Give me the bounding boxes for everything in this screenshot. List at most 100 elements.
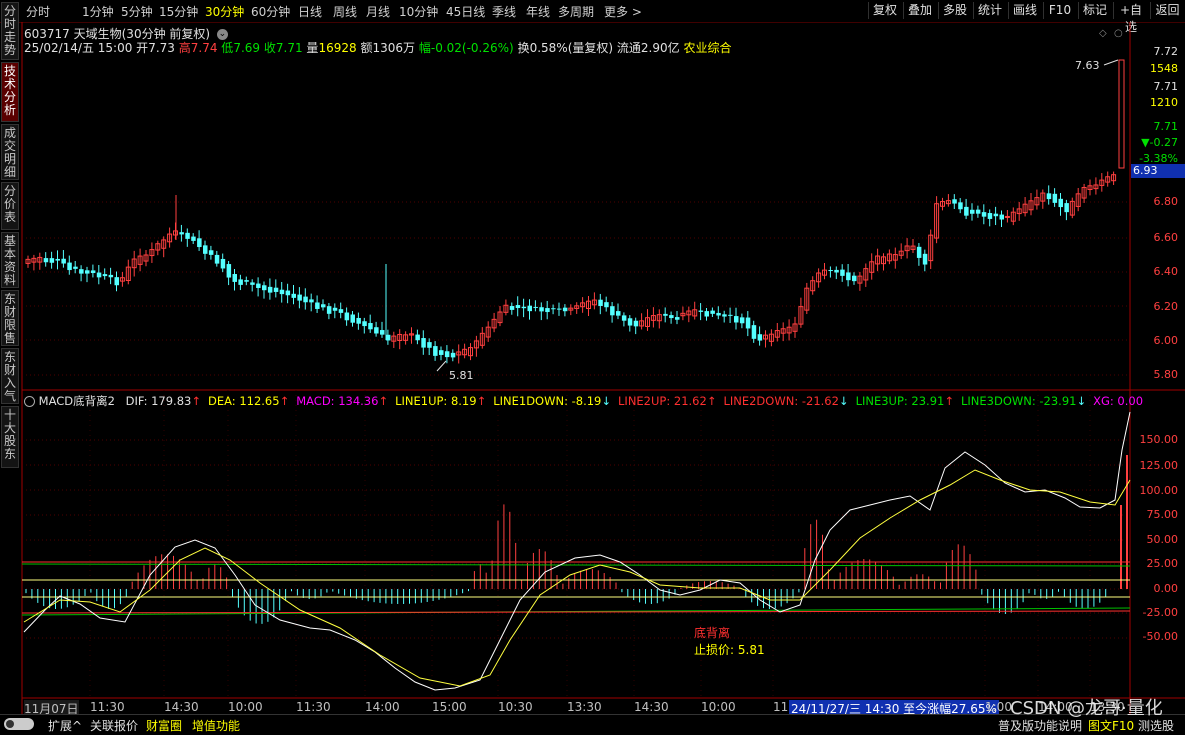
- volume-second: 1210: [1150, 96, 1178, 109]
- candle-body: [598, 299, 603, 306]
- candle-body: [61, 258, 66, 264]
- indicator-value-9: XG: 0.00: [1093, 394, 1144, 408]
- candle-body: [102, 274, 108, 277]
- candle-body: [739, 317, 745, 324]
- candle-body: [450, 352, 456, 358]
- candle-body: [256, 283, 261, 288]
- candle-body: [439, 350, 444, 355]
- candle-body: [828, 270, 833, 272]
- candle-body: [604, 302, 609, 308]
- macd-axis-label: 125.00: [1139, 459, 1179, 472]
- candle-body: [421, 338, 426, 348]
- time-axis-label: 10:00: [228, 700, 263, 714]
- price-axis-label: 6.60: [1153, 231, 1179, 244]
- candle-body: [515, 305, 521, 309]
- candle-body: [108, 274, 114, 278]
- related-quotes-tab[interactable]: 关联报价: [90, 717, 138, 734]
- candle-body: [633, 320, 639, 327]
- candle-body: [551, 308, 556, 310]
- candle-body: [197, 238, 202, 248]
- macd-axis-label: 75.00: [1146, 508, 1179, 521]
- candle-body: [539, 307, 544, 312]
- candle-body: [427, 342, 432, 348]
- settings-dot-icon[interactable]: ○: [1114, 28, 1123, 39]
- diamond-icon[interactable]: ◇: [1099, 28, 1107, 39]
- macd-header: MACD底背离2 DIF: 179.83↑ DEA: 112.65↑ MACD: 1…: [24, 393, 1143, 409]
- price-axis-label: 6.00: [1153, 334, 1179, 347]
- candle-body: [444, 351, 450, 358]
- stop-loss-label: 止损价:: [694, 643, 735, 657]
- indicator-value-3: LINE1UP: 8.19: [395, 394, 477, 408]
- candle-body: [368, 323, 373, 330]
- candle-body: [751, 325, 757, 339]
- candle-body: [415, 334, 420, 341]
- candle-body: [226, 264, 232, 278]
- arrow-icon: ↑: [476, 394, 487, 408]
- candle-body: [952, 199, 957, 204]
- indicator-value-6: LINE2DOWN: -21.62: [723, 394, 839, 408]
- arrow-icon: ↓: [601, 394, 612, 408]
- value-added-tab[interactable]: 增值功能: [192, 717, 240, 734]
- candle-body: [509, 306, 515, 310]
- price-second: 7.71: [1153, 80, 1179, 93]
- candle-body: [958, 202, 963, 210]
- candle-body: [220, 258, 226, 269]
- time-axis-label: 10:30: [498, 700, 533, 714]
- candle-body: [1046, 193, 1052, 200]
- wealth-circle-tab[interactable]: 财富圈: [146, 717, 182, 734]
- candle-body: [981, 212, 987, 217]
- toggle-switch[interactable]: [4, 718, 34, 730]
- current-price-tag: 6.93: [1131, 164, 1185, 178]
- kline-chart[interactable]: [0, 0, 1185, 734]
- candle-body: [96, 272, 102, 278]
- price-third: 7.71: [1153, 120, 1179, 133]
- candle-body: [362, 321, 367, 327]
- arrow-icon: ↓: [838, 394, 849, 408]
- candle-body: [338, 309, 344, 313]
- stop-loss-row: 止损价: 5.81: [694, 641, 765, 658]
- watermark: CSDN @龙哥·量化: [1010, 698, 1163, 719]
- candle-body: [238, 279, 243, 285]
- candle-body: [203, 245, 208, 254]
- candle-body: [374, 327, 379, 334]
- candle-body: [1004, 215, 1010, 218]
- indicator-name[interactable]: MACD底背离2: [39, 394, 115, 408]
- arrow-icon: ↑: [279, 394, 290, 408]
- time-axis-label: 11:30: [90, 700, 125, 714]
- candle-body: [49, 258, 55, 263]
- candle-body: [85, 270, 90, 274]
- price-axis-label: 6.40: [1153, 265, 1179, 278]
- candle-body: [315, 302, 320, 309]
- candle-body: [834, 269, 839, 273]
- candle-body: [273, 287, 279, 292]
- candle-body: [385, 334, 391, 341]
- time-axis-label: 14:30: [164, 700, 199, 714]
- time-axis-label: 1:00: [985, 700, 1012, 714]
- candle-body: [350, 314, 355, 323]
- candle-body: [527, 305, 532, 312]
- expand-button[interactable]: 扩展^: [48, 717, 82, 734]
- time-axis-label: 13:30: [567, 700, 602, 714]
- candle-body: [79, 269, 84, 274]
- candle-body: [179, 232, 184, 235]
- candle-body: [975, 209, 981, 214]
- candle-body: [722, 314, 727, 317]
- candle-body: [250, 282, 255, 285]
- candle-body: [710, 310, 715, 314]
- arrow-icon: ↓: [1076, 394, 1087, 408]
- time-axis-label: 11:30: [296, 700, 331, 714]
- macd-axis-label: 150.00: [1139, 433, 1179, 446]
- indicator-value-5: LINE2UP: 21.62: [618, 394, 707, 408]
- macd-axis-label: 100.00: [1139, 484, 1179, 497]
- candle-body: [999, 214, 1004, 220]
- candle-body: [1052, 193, 1058, 203]
- candle-body: [663, 313, 668, 316]
- candle-body: [291, 293, 296, 298]
- candle-body: [1118, 59, 1125, 169]
- circle-icon[interactable]: [24, 396, 35, 407]
- candle-body: [669, 315, 674, 319]
- indicator-value-7: LINE3UP: 23.91: [855, 394, 945, 408]
- max-marker-line: [1103, 59, 1119, 66]
- candle-body: [993, 213, 999, 217]
- time-axis-label: 14:00: [365, 700, 400, 714]
